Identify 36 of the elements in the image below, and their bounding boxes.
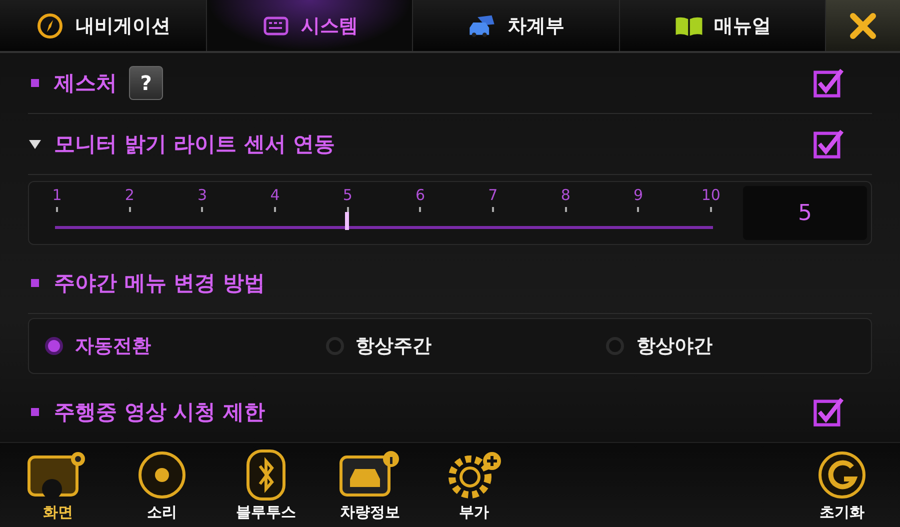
dock-button[interactable]: 차량정보	[322, 443, 418, 527]
tab[interactable]: 시스템	[206, 0, 413, 51]
dock-button[interactable]: 블루투스	[218, 443, 314, 527]
setting-label: 주야간 메뉴 변경 방법	[54, 270, 265, 297]
close-icon	[848, 10, 878, 40]
tab[interactable]: 내비게이션	[0, 0, 206, 51]
setting-label: 모니터 밝기 라이트 센서 연동	[54, 131, 336, 158]
close-button[interactable]	[826, 0, 900, 51]
slider-value: 5	[743, 186, 867, 240]
dock-button[interactable]: 부가	[426, 443, 522, 527]
checkbox[interactable]	[812, 128, 844, 160]
compass-icon	[35, 12, 66, 40]
tab[interactable]: 매뉴얼	[620, 0, 826, 51]
setting-label: 주행중 영상 시청 제한	[54, 399, 265, 426]
tick-label: 3	[198, 186, 208, 204]
help-button[interactable]: ?	[129, 66, 163, 100]
tick-label: 2	[124, 186, 134, 204]
tick-label: 5	[342, 186, 352, 204]
tick-label: 9	[633, 186, 644, 204]
reset-button[interactable]: 초기화	[794, 443, 890, 527]
tick-label: 1	[52, 186, 62, 204]
tick-label: 4	[270, 186, 280, 204]
radio-option[interactable]: 자동전환	[29, 319, 310, 373]
tick-label: 10	[701, 186, 720, 204]
checkbox[interactable]	[812, 67, 844, 99]
tick-label: 8	[560, 186, 570, 204]
tick-label: 6	[416, 186, 426, 204]
dock-button[interactable]: 화면	[10, 443, 106, 527]
slider-thumb[interactable]	[345, 212, 350, 230]
tick-label: 7	[488, 186, 498, 204]
dock-button[interactable]: 소리	[114, 443, 210, 527]
radio-option[interactable]: 항상주간	[310, 319, 590, 373]
radio-option[interactable]: 항상야간	[590, 319, 872, 373]
checkbox[interactable]	[812, 396, 844, 428]
setting-label: 제스처	[54, 70, 117, 97]
tab[interactable]: 차계부	[413, 0, 620, 51]
